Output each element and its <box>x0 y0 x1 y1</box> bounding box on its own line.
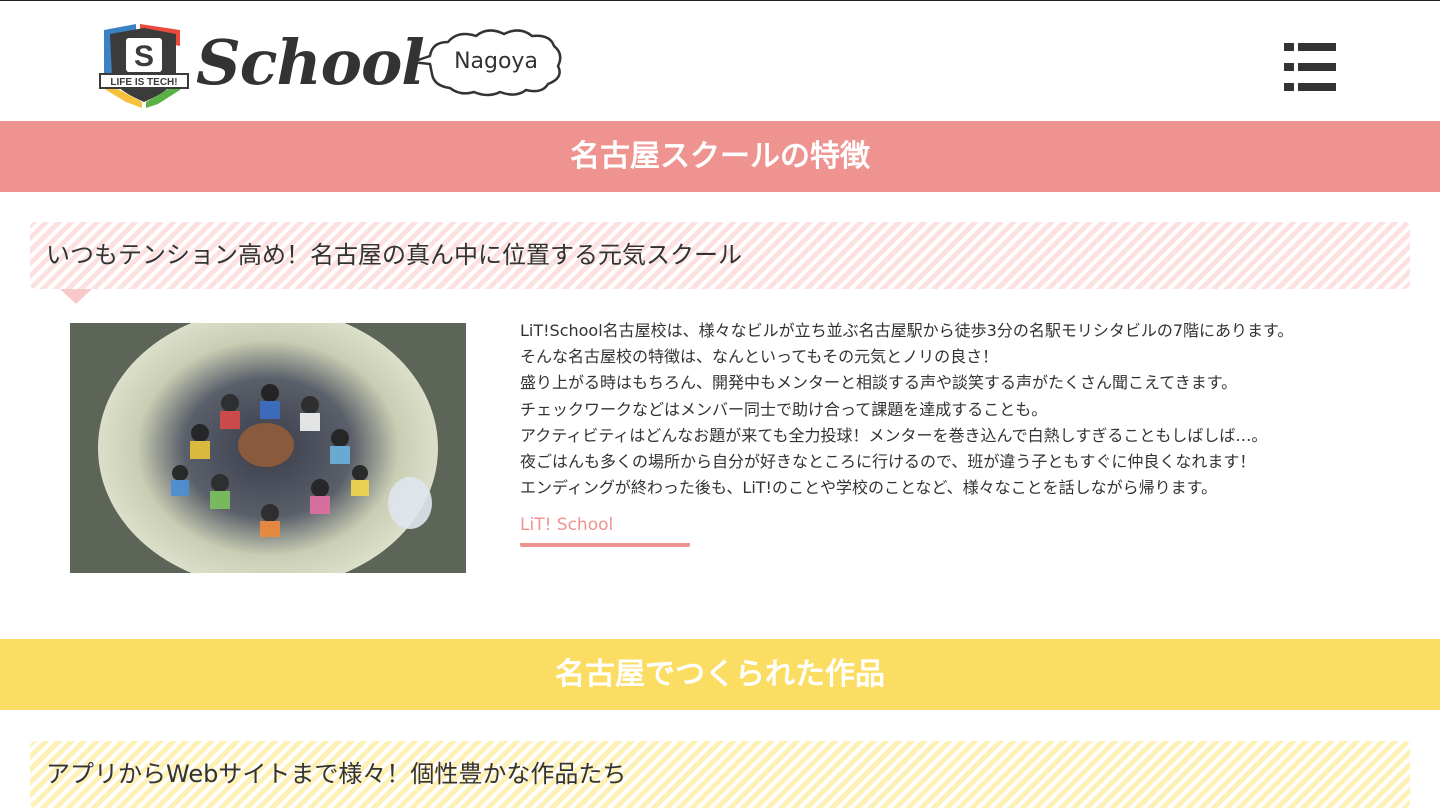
section-title-features: 名古屋スクールの特徴 <box>0 121 1440 192</box>
site-logo-link[interactable]: S LIFE IS TECH! School Nagoya <box>96 22 566 108</box>
works-heading: アプリからWebサイトまで様々！個性豊かな作品たち <box>30 741 1410 808</box>
description-line: エンディングが終わった後も、LiT!のことや学校のことなど、様々なことを話しなが… <box>520 478 1218 498</box>
heading-pointer <box>60 289 92 304</box>
menu-line <box>1284 63 1294 71</box>
description-line: チェックワークなどはメンバー同士で助け合って課題を達成することも。 <box>520 399 1048 419</box>
group-photo <box>70 323 466 573</box>
menu-line <box>1298 83 1336 91</box>
city-label: Nagoya <box>454 49 538 74</box>
section-title-works: 名古屋でつくられた作品 <box>0 639 1440 710</box>
logo-ribbon-text: LIFE IS TECH! <box>110 77 177 88</box>
logo-badge-letter: S <box>134 40 154 73</box>
description-line: LiT!School名古屋校は、様々なビルが立ち並ぶ名古屋駅から徒歩3分の名駅モ… <box>520 321 1294 340</box>
menu-button[interactable] <box>1284 43 1336 91</box>
menu-line <box>1298 63 1336 71</box>
menu-line <box>1298 43 1336 51</box>
menu-line <box>1284 83 1294 91</box>
description-line: 夜ごはんも多くの場所から自分が好きなところに行けるので、班が違う子ともすぐに仲良… <box>520 452 1256 472</box>
logo-wordmark: School <box>196 26 425 99</box>
features-heading: いつもテンション高め！名古屋の真ん中に位置する元気スクール <box>30 222 1410 289</box>
site-header: S LIFE IS TECH! School Nagoya <box>0 1 1440 121</box>
features-description: LiT!School名古屋校は、様々なビルが立ち並ぶ名古屋駅から徒歩3分の名駅モ… <box>520 318 1400 501</box>
shield-logo-icon: S LIFE IS TECH! <box>99 24 189 108</box>
hamburger-list-icon <box>1284 43 1294 51</box>
description-line: アクティビティはどんなお題が来ても全力投球！メンターを巻き込んで白熱しすぎること… <box>520 425 1268 445</box>
description-line: 盛り上がる時はもちろん、開発中もメンターと相談する声や談笑する声がたくさん聞こえ… <box>520 373 1238 393</box>
description-line: そんな名古屋校の特徴は、なんといってもその元気とノリの良さ！ <box>520 347 999 367</box>
lit-school-link[interactable]: LiT! School <box>520 512 690 547</box>
